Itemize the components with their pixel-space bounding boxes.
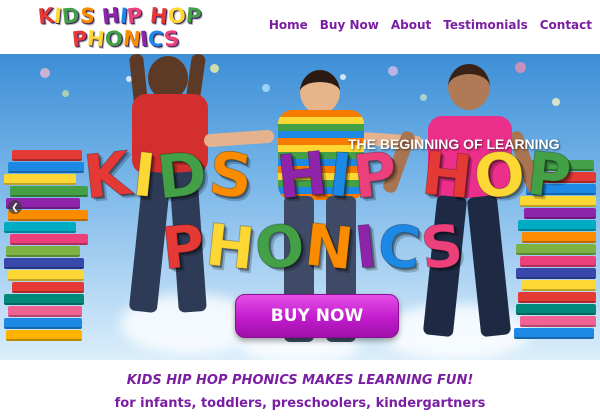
title-letter: H — [273, 138, 333, 214]
title-letter: D — [60, 3, 81, 29]
title-letter: S — [417, 210, 468, 284]
nav-contact[interactable]: Contact — [540, 18, 592, 32]
nav-about[interactable]: About — [391, 18, 431, 32]
title-letter: P — [349, 138, 403, 214]
title-letter: H — [202, 210, 259, 284]
title-letter: N — [301, 210, 359, 284]
title-letter: P — [184, 3, 203, 29]
title-letter — [254, 146, 277, 206]
logo-line-1: KIDS HIP HOP — [37, 3, 203, 29]
hero-slider: THE BEGINNING OF LEARNING KIDS HIP HOP P… — [0, 54, 600, 360]
hero-title-line-1: KIDS HIP HOP — [80, 138, 577, 214]
title-letter: S — [162, 26, 181, 52]
page: KIDS HIP HOP PHONICS Home Buy Now About … — [0, 0, 600, 420]
nav-buy-now[interactable]: Buy Now — [320, 18, 379, 32]
site-header: KIDS HIP HOP PHONICS Home Buy Now About … — [0, 0, 600, 54]
title-letter: P — [158, 210, 209, 284]
hero-title-line-2: PHONICS — [158, 210, 468, 284]
decor-bubble — [62, 90, 69, 97]
title-letter: P — [126, 3, 145, 29]
title-letter: H — [148, 3, 169, 29]
decor-bubble — [552, 98, 560, 106]
nav-home[interactable]: Home — [269, 18, 308, 32]
title-letter: O — [166, 3, 187, 29]
page-subheadline: for infants, toddlers, preschoolers, kin… — [114, 396, 486, 411]
chevron-left-icon[interactable]: ❮ — [8, 200, 22, 214]
title-letter: P — [523, 138, 577, 214]
nav-testimonials[interactable]: Testimonials — [443, 18, 527, 32]
title-letter: S — [205, 138, 258, 214]
title-letter: D — [153, 138, 213, 214]
title-letter: O — [251, 210, 309, 284]
book-stack-left — [4, 150, 88, 360]
title-letter: H — [100, 3, 121, 29]
logo-line-2: PHONICS — [71, 26, 181, 52]
site-logo[interactable]: KIDS HIP HOP PHONICS — [37, 3, 203, 52]
title-letter: C — [374, 210, 425, 284]
title-letter: H — [418, 138, 478, 214]
title-letter: S — [78, 3, 96, 29]
title-letter: O — [470, 138, 531, 214]
decor-bubble — [40, 68, 50, 78]
decor-bubble — [388, 66, 398, 76]
title-letter: K — [80, 138, 137, 214]
buy-now-button[interactable]: BUY NOW — [235, 294, 399, 338]
page-headline: KIDS HIP HOP PHONICS MAKES LEARNING FUN! — [126, 373, 474, 388]
main-nav: Home Buy Now About Testimonials Contact — [269, 18, 592, 32]
